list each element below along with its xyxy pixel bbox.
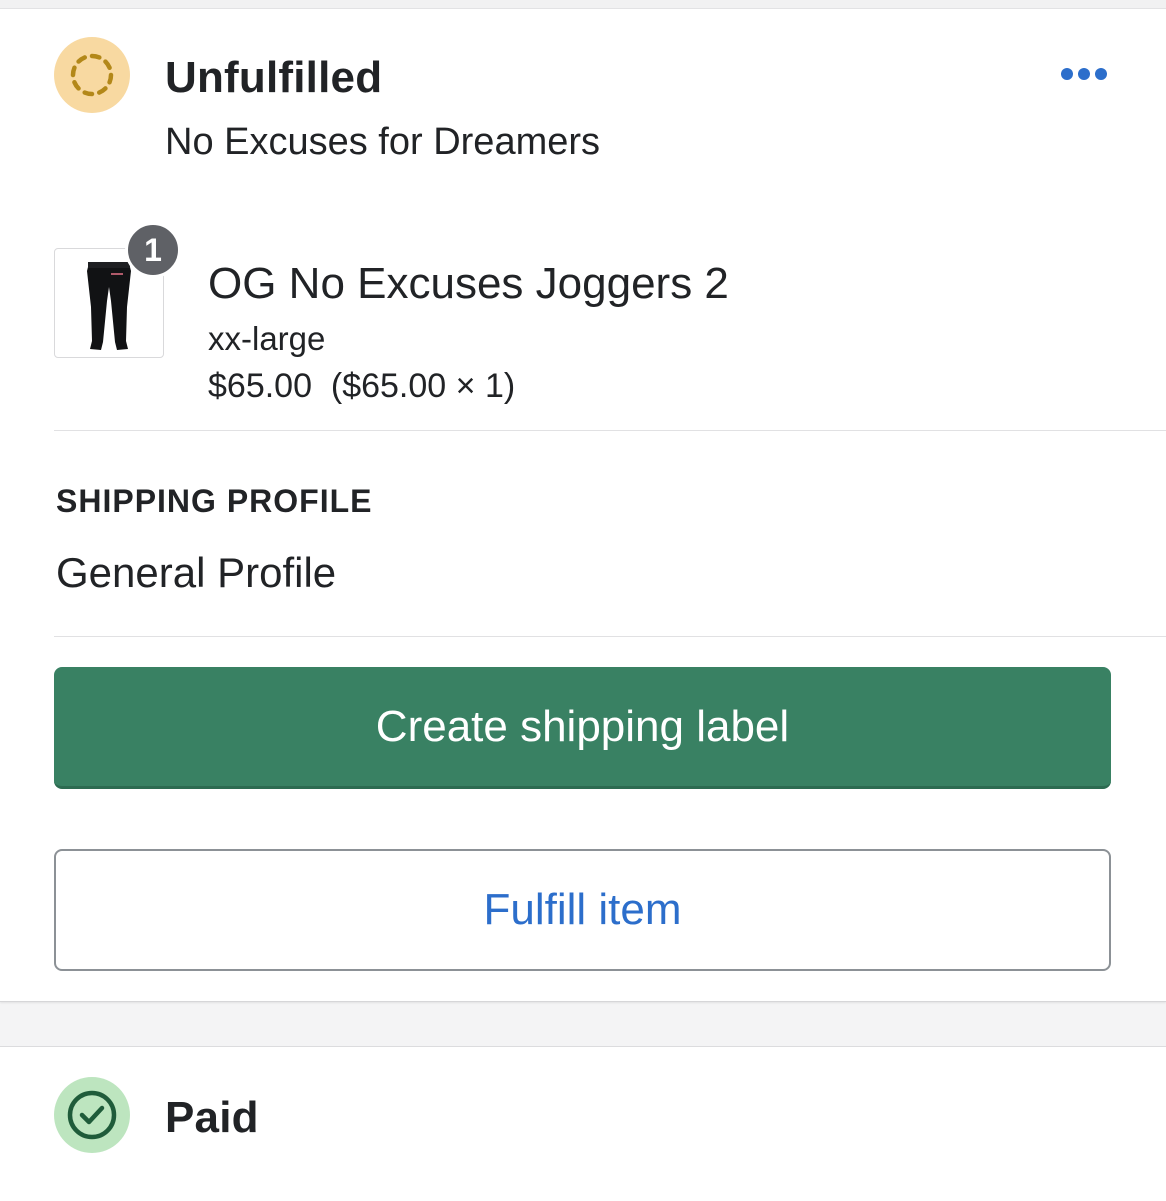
divider	[54, 430, 1166, 431]
create-shipping-label-button[interactable]: Create shipping label	[54, 667, 1111, 789]
top-separator	[0, 0, 1166, 9]
more-actions-button[interactable]	[1054, 57, 1114, 91]
product-price: $65.00 ($65.00 × 1)	[208, 367, 516, 405]
paid-status-icon	[54, 1077, 130, 1153]
shipping-profile-label: SHIPPING PROFILE	[56, 483, 373, 519]
fulfillment-card: Unfulfilled No Excuses for Dreamers 1 OG…	[0, 9, 1166, 1002]
more-horizontal-icon	[1061, 68, 1107, 80]
fulfillment-location: No Excuses for Dreamers	[165, 121, 601, 163]
divider	[54, 636, 1166, 637]
shipping-profile-name: General Profile	[56, 549, 337, 596]
quantity-badge: 1	[125, 222, 181, 278]
product-name[interactable]: OG No Excuses Joggers 2	[208, 259, 729, 309]
check-circle-icon	[67, 1090, 117, 1140]
unfulfilled-status-icon	[54, 37, 130, 113]
payment-status-title: Paid	[165, 1093, 259, 1142]
fulfillment-status-title: Unfulfilled	[165, 53, 383, 102]
payment-card: Paid	[0, 1046, 1166, 1201]
fulfill-item-button[interactable]: Fulfill item	[54, 849, 1111, 971]
product-variant: xx-large	[208, 320, 326, 357]
